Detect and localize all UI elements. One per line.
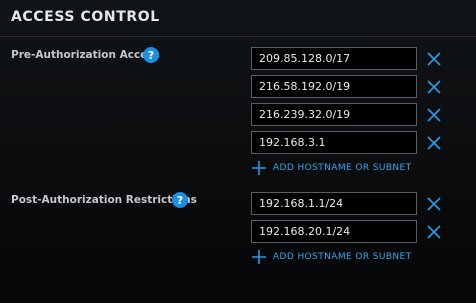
pre-auth-entry-4[interactable]: [251, 131, 417, 154]
access-control-panel: ACCESS CONTROL Pre-Authorization Access …: [0, 0, 476, 303]
question-circle-icon[interactable]: ?: [172, 192, 188, 208]
remove-entry-icon[interactable]: [426, 224, 442, 240]
plus-icon: [252, 161, 266, 175]
section-header: ACCESS CONTROL: [0, 0, 476, 37]
post-auth-entry-1[interactable]: [251, 192, 417, 215]
add-hostname-or-subnet-button[interactable]: ADD HOSTNAME OR SUBNET: [251, 249, 412, 265]
add-hostname-or-subnet-button[interactable]: ADD HOSTNAME OR SUBNET: [251, 160, 412, 176]
question-circle-icon[interactable]: ?: [143, 47, 159, 63]
pre-auth-entry-2[interactable]: [251, 75, 417, 98]
remove-entry-icon[interactable]: [426, 196, 442, 212]
pre-auth-entry-3[interactable]: [251, 103, 417, 126]
post-auth-label: Post-Authorization Restrictions: [11, 194, 197, 206]
page-title: ACCESS CONTROL: [11, 9, 160, 25]
remove-entry-icon[interactable]: [426, 51, 442, 67]
pre-auth-label: Pre-Authorization Access: [11, 49, 160, 61]
remove-entry-icon[interactable]: [426, 107, 442, 123]
remove-entry-icon[interactable]: [426, 135, 442, 151]
pre-auth-entry-1[interactable]: [251, 47, 417, 70]
remove-entry-icon[interactable]: [426, 79, 442, 95]
add-hostname-label: ADD HOSTNAME OR SUBNET: [273, 163, 412, 173]
add-hostname-label: ADD HOSTNAME OR SUBNET: [273, 252, 412, 262]
post-auth-entry-2[interactable]: [251, 220, 417, 243]
plus-icon: [252, 250, 266, 264]
